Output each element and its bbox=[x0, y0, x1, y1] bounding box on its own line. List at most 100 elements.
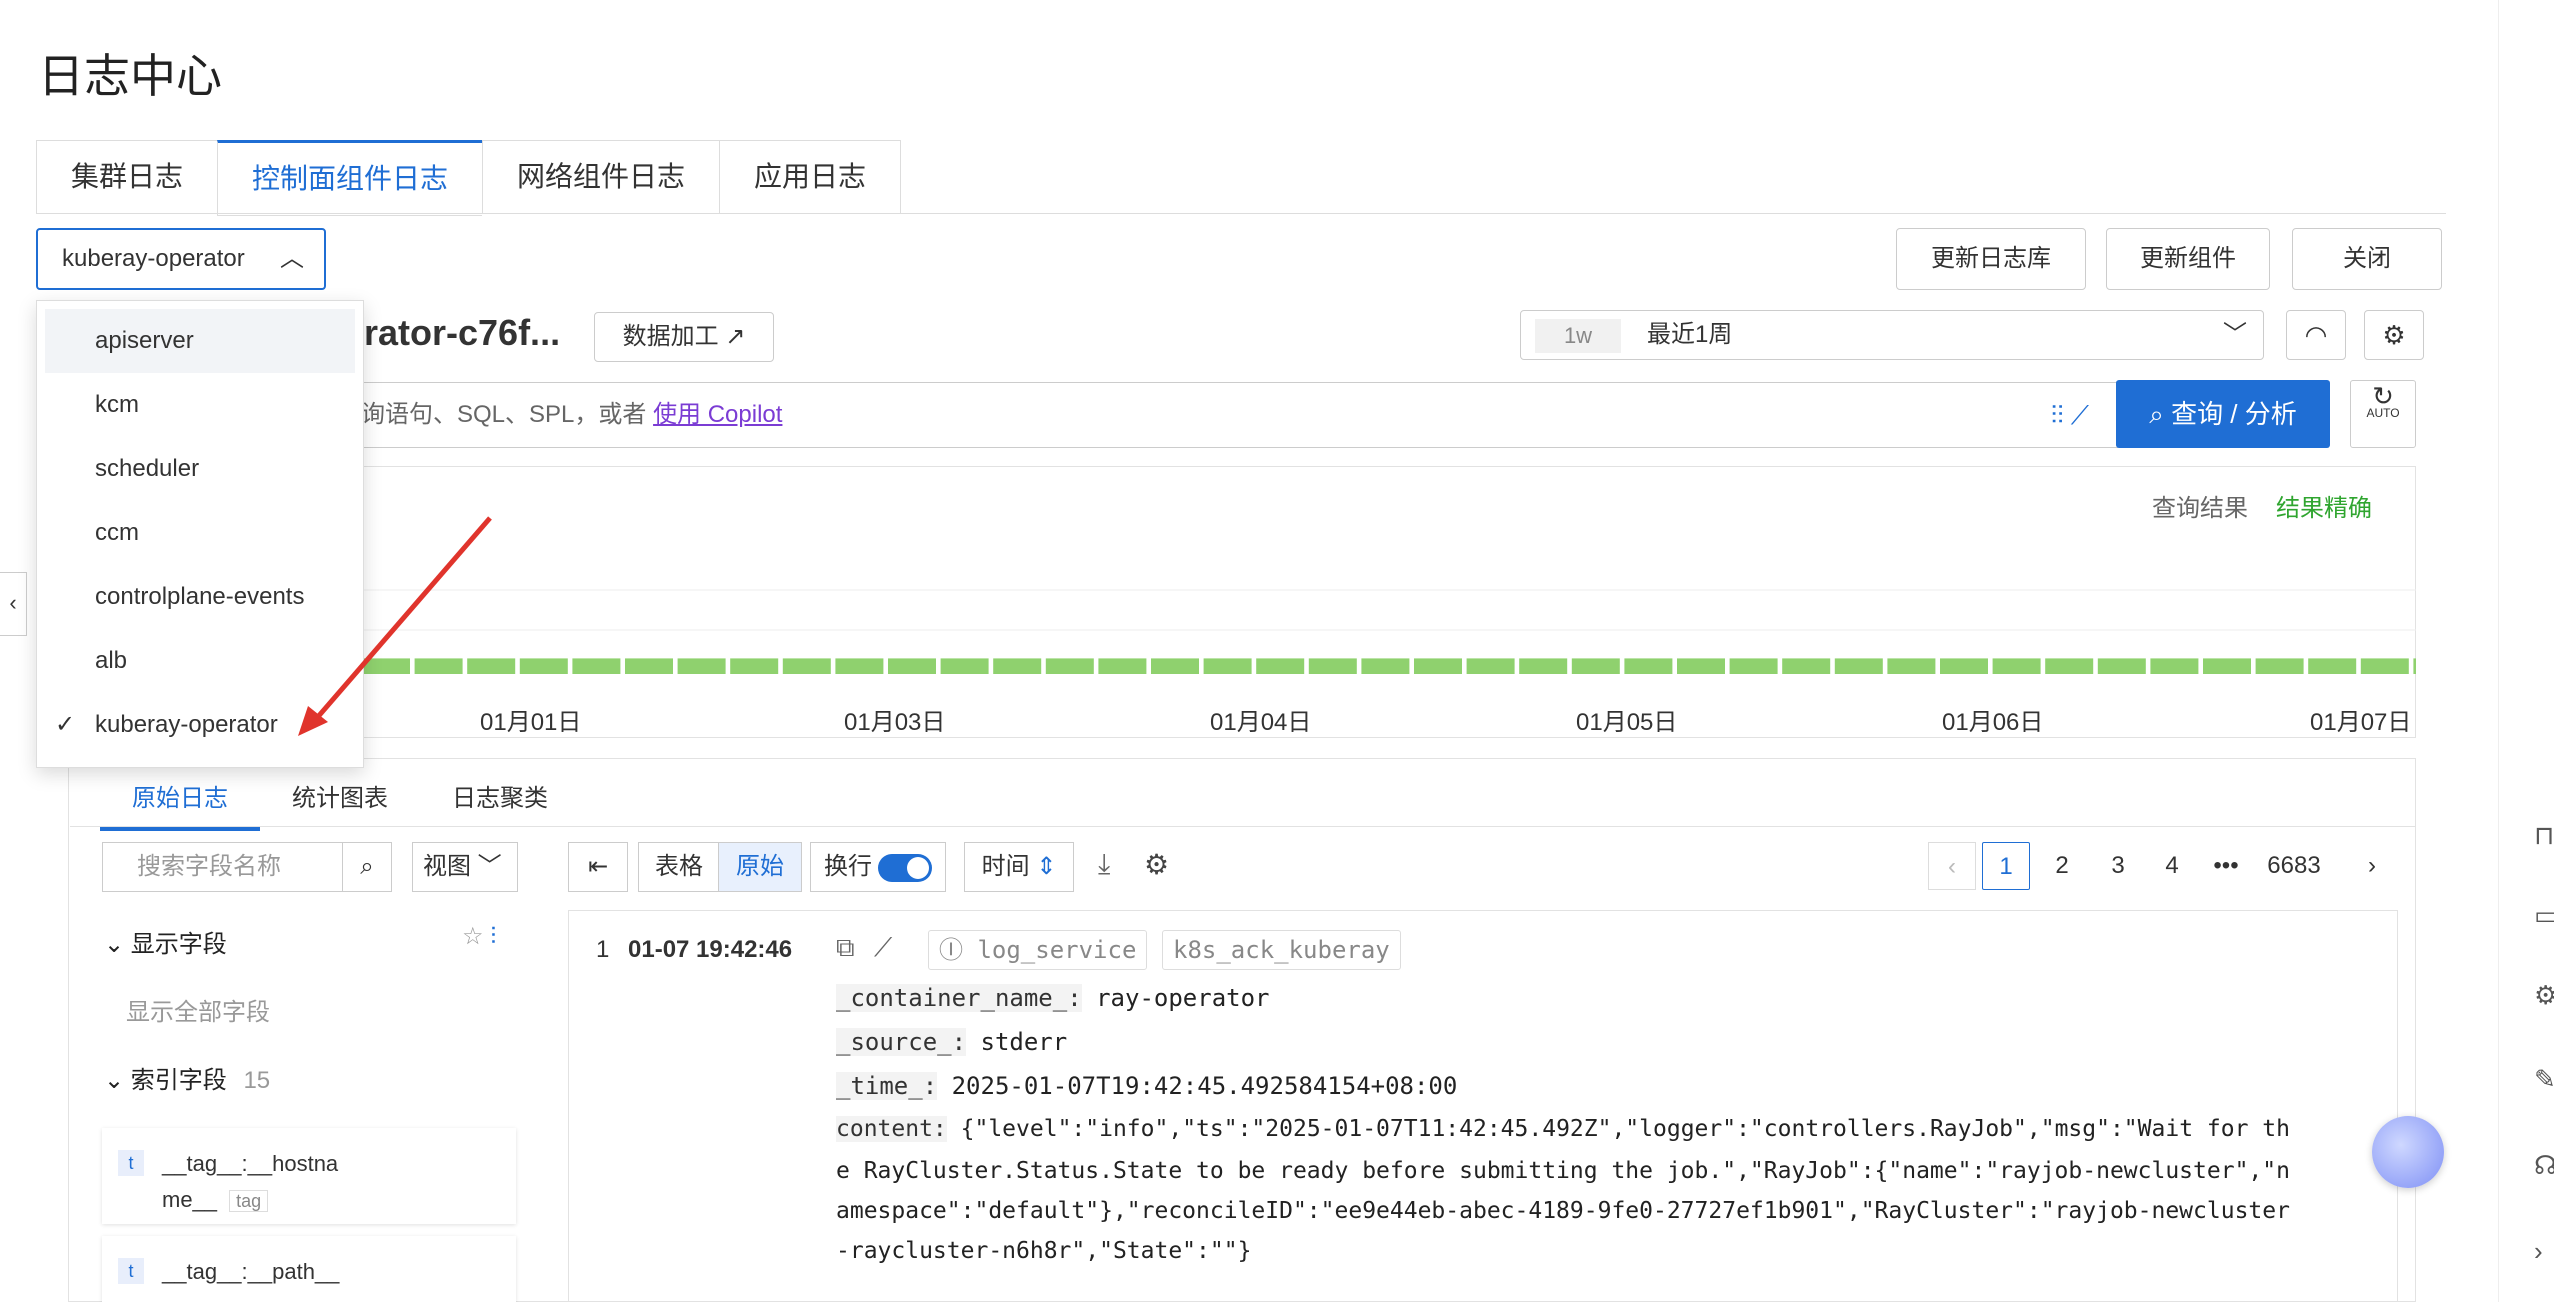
data-process-button[interactable]: 数据加工 ↗ bbox=[594, 312, 774, 362]
query-input[interactable]: 询语句、SQL、SPL，或者 使用 Copilot ⫶⫶ ⟋ bbox=[360, 382, 2120, 448]
field-item[interactable]: t __tag__:__hostna me__ tag bbox=[102, 1128, 516, 1224]
source-chip[interactable]: Ⓘ log_service bbox=[928, 930, 1148, 970]
histogram-bar[interactable] bbox=[1782, 658, 1831, 674]
display-fields-header[interactable]: ⌄ 显示字段 bbox=[104, 924, 227, 959]
histogram-bar[interactable] bbox=[1256, 658, 1305, 674]
topic-chip[interactable]: k8s_ack_kuberay bbox=[1162, 930, 1401, 970]
histogram-bar[interactable] bbox=[1834, 658, 1883, 674]
tab-raw-logs[interactable]: 原始日志 bbox=[100, 764, 260, 831]
field-item[interactable]: t __tag__:__path__ bbox=[102, 1236, 516, 1302]
next-page-icon[interactable]: › bbox=[2348, 842, 2396, 890]
search-analyze-button[interactable]: ⌕ 查询 / 分析 bbox=[2116, 380, 2330, 448]
dropdown-item-kcm[interactable]: kcm bbox=[37, 373, 363, 437]
histogram-bar[interactable] bbox=[677, 658, 726, 674]
histogram-bar[interactable] bbox=[572, 658, 621, 674]
histogram-bar[interactable] bbox=[888, 658, 936, 674]
auto-refresh-button[interactable]: ↻ AUTO bbox=[2350, 380, 2416, 448]
download-icon[interactable]: ⤓ bbox=[1098, 848, 1110, 881]
dropdown-item-apiserver[interactable]: apiserver bbox=[45, 309, 355, 373]
toggle-switch[interactable] bbox=[878, 853, 932, 882]
collapse-sidebar-icon[interactable]: ‹ bbox=[0, 572, 27, 636]
query-tools[interactable]: ⫶⫶ ⟋ bbox=[2051, 383, 2089, 447]
raw-view-button[interactable]: 原始 bbox=[718, 842, 802, 892]
page-1[interactable]: 1 bbox=[1982, 842, 2030, 890]
close-button[interactable]: 关闭 bbox=[2292, 228, 2442, 290]
chevron-right-icon[interactable]: › bbox=[2534, 1236, 2543, 1267]
table-view-button[interactable]: 表格 bbox=[638, 842, 720, 892]
gear-icon[interactable]: ⚙ bbox=[1144, 848, 1169, 881]
histogram-bar[interactable] bbox=[1361, 658, 1410, 674]
histogram-bar[interactable] bbox=[1519, 658, 1568, 674]
histogram-bar[interactable] bbox=[1677, 658, 1725, 674]
page-last[interactable]: 6683 bbox=[2254, 842, 2334, 890]
histogram-bar[interactable] bbox=[835, 658, 884, 674]
tab-network-logs[interactable]: 网络组件日志 bbox=[482, 140, 720, 214]
page-3[interactable]: 3 bbox=[2094, 842, 2142, 890]
search-icon[interactable]: ⌕ bbox=[342, 843, 391, 891]
log-histogram[interactable] bbox=[360, 560, 2416, 690]
histogram-bar[interactable] bbox=[1098, 658, 1147, 674]
histogram-bar[interactable] bbox=[1940, 658, 1988, 674]
star-icon[interactable]: ☆ bbox=[462, 923, 484, 950]
histogram-bar[interactable] bbox=[2203, 658, 2251, 674]
doc-icon[interactable]: ▭ bbox=[2534, 900, 2554, 931]
time-sort-button[interactable]: 时间 ⇕ bbox=[964, 842, 1074, 892]
tab-cluster-logs[interactable]: 集群日志 bbox=[36, 140, 218, 214]
histogram-bar[interactable] bbox=[1045, 658, 1094, 674]
histogram-bar[interactable] bbox=[2097, 658, 2146, 674]
tab-charts[interactable]: 统计图表 bbox=[260, 764, 420, 831]
histogram-bar[interactable] bbox=[519, 658, 568, 674]
view-select[interactable]: 视图 ﹀ bbox=[412, 842, 518, 892]
page-4[interactable]: 4 bbox=[2148, 842, 2196, 890]
histogram-bar[interactable] bbox=[2308, 658, 2357, 674]
time-range-select[interactable]: 1w 最近1周 ﹀ bbox=[1520, 310, 2264, 360]
copy-icon[interactable]: ⧉ bbox=[836, 932, 855, 964]
magic-wand-icon[interactable]: ⟋ bbox=[874, 932, 892, 964]
edit-icon[interactable]: ✎ bbox=[2534, 1064, 2554, 1095]
update-component-button[interactable]: 更新组件 bbox=[2106, 228, 2270, 290]
histogram-bar[interactable] bbox=[625, 658, 673, 674]
index-fields-header[interactable]: ⌄ 索引字段 15 bbox=[104, 1060, 270, 1095]
tab-controlplane-logs[interactable]: 控制面组件日志 bbox=[217, 140, 483, 216]
copilot-link[interactable]: 使用 Copilot bbox=[653, 401, 782, 428]
headset-icon[interactable]: ☊ bbox=[2534, 1150, 2554, 1181]
gear-icon[interactable]: ⚙ bbox=[2534, 980, 2554, 1011]
histogram-bar[interactable] bbox=[1571, 658, 1620, 674]
collapse-fields-icon[interactable]: ⇤ bbox=[568, 842, 628, 892]
gauge-icon[interactable]: ◠ bbox=[2286, 310, 2346, 360]
dropdown-item-scheduler[interactable]: scheduler bbox=[37, 437, 363, 501]
histogram-bar[interactable] bbox=[1624, 658, 1673, 674]
histogram-bar[interactable] bbox=[993, 658, 1042, 674]
tab-log-clustering[interactable]: 日志聚类 bbox=[420, 764, 580, 831]
magic-wand-icon[interactable]: ⟋ bbox=[2071, 400, 2089, 430]
histogram-bar[interactable] bbox=[2413, 658, 2416, 674]
histogram-bar[interactable] bbox=[1414, 658, 1462, 674]
sliders-icon[interactable]: ⫶ bbox=[490, 923, 496, 950]
field-search-input[interactable]: 搜索字段名称 ⌕ bbox=[102, 842, 392, 892]
histogram-bar[interactable] bbox=[2045, 658, 2094, 674]
gear-icon[interactable]: ⚙ bbox=[2364, 310, 2424, 360]
show-all-fields-link[interactable]: 显示全部字段 bbox=[126, 992, 270, 1027]
histogram-bar[interactable] bbox=[1466, 658, 1515, 674]
histogram-bar[interactable] bbox=[1887, 658, 1936, 674]
cart-icon[interactable]: ⊓ bbox=[2534, 820, 2554, 851]
component-select[interactable]: kuberay-operator ︿ bbox=[36, 228, 326, 290]
histogram-bar[interactable] bbox=[782, 658, 831, 674]
histogram-bar[interactable] bbox=[1151, 658, 1199, 674]
update-logstore-button[interactable]: 更新日志库 bbox=[1896, 228, 2086, 290]
tab-app-logs[interactable]: 应用日志 bbox=[719, 140, 902, 214]
ai-assistant-icon[interactable] bbox=[2372, 1116, 2444, 1188]
page-2[interactable]: 2 bbox=[2038, 842, 2086, 890]
wrap-toggle[interactable]: 换行 bbox=[810, 842, 946, 892]
prev-page-icon[interactable]: ‹ bbox=[1928, 842, 1976, 890]
histogram-bar[interactable] bbox=[1992, 658, 2041, 674]
histogram-bar[interactable] bbox=[1203, 658, 1252, 674]
histogram-bar[interactable] bbox=[2360, 658, 2409, 674]
histogram-bar[interactable] bbox=[940, 658, 989, 674]
sliders-icon[interactable]: ⫶⫶ bbox=[2051, 400, 2064, 430]
histogram-bar[interactable] bbox=[1729, 658, 1778, 674]
histogram-bar[interactable] bbox=[730, 658, 779, 674]
histogram-bar[interactable] bbox=[2150, 658, 2199, 674]
histogram-bar[interactable] bbox=[2255, 658, 2304, 674]
histogram-bar[interactable] bbox=[1308, 658, 1357, 674]
